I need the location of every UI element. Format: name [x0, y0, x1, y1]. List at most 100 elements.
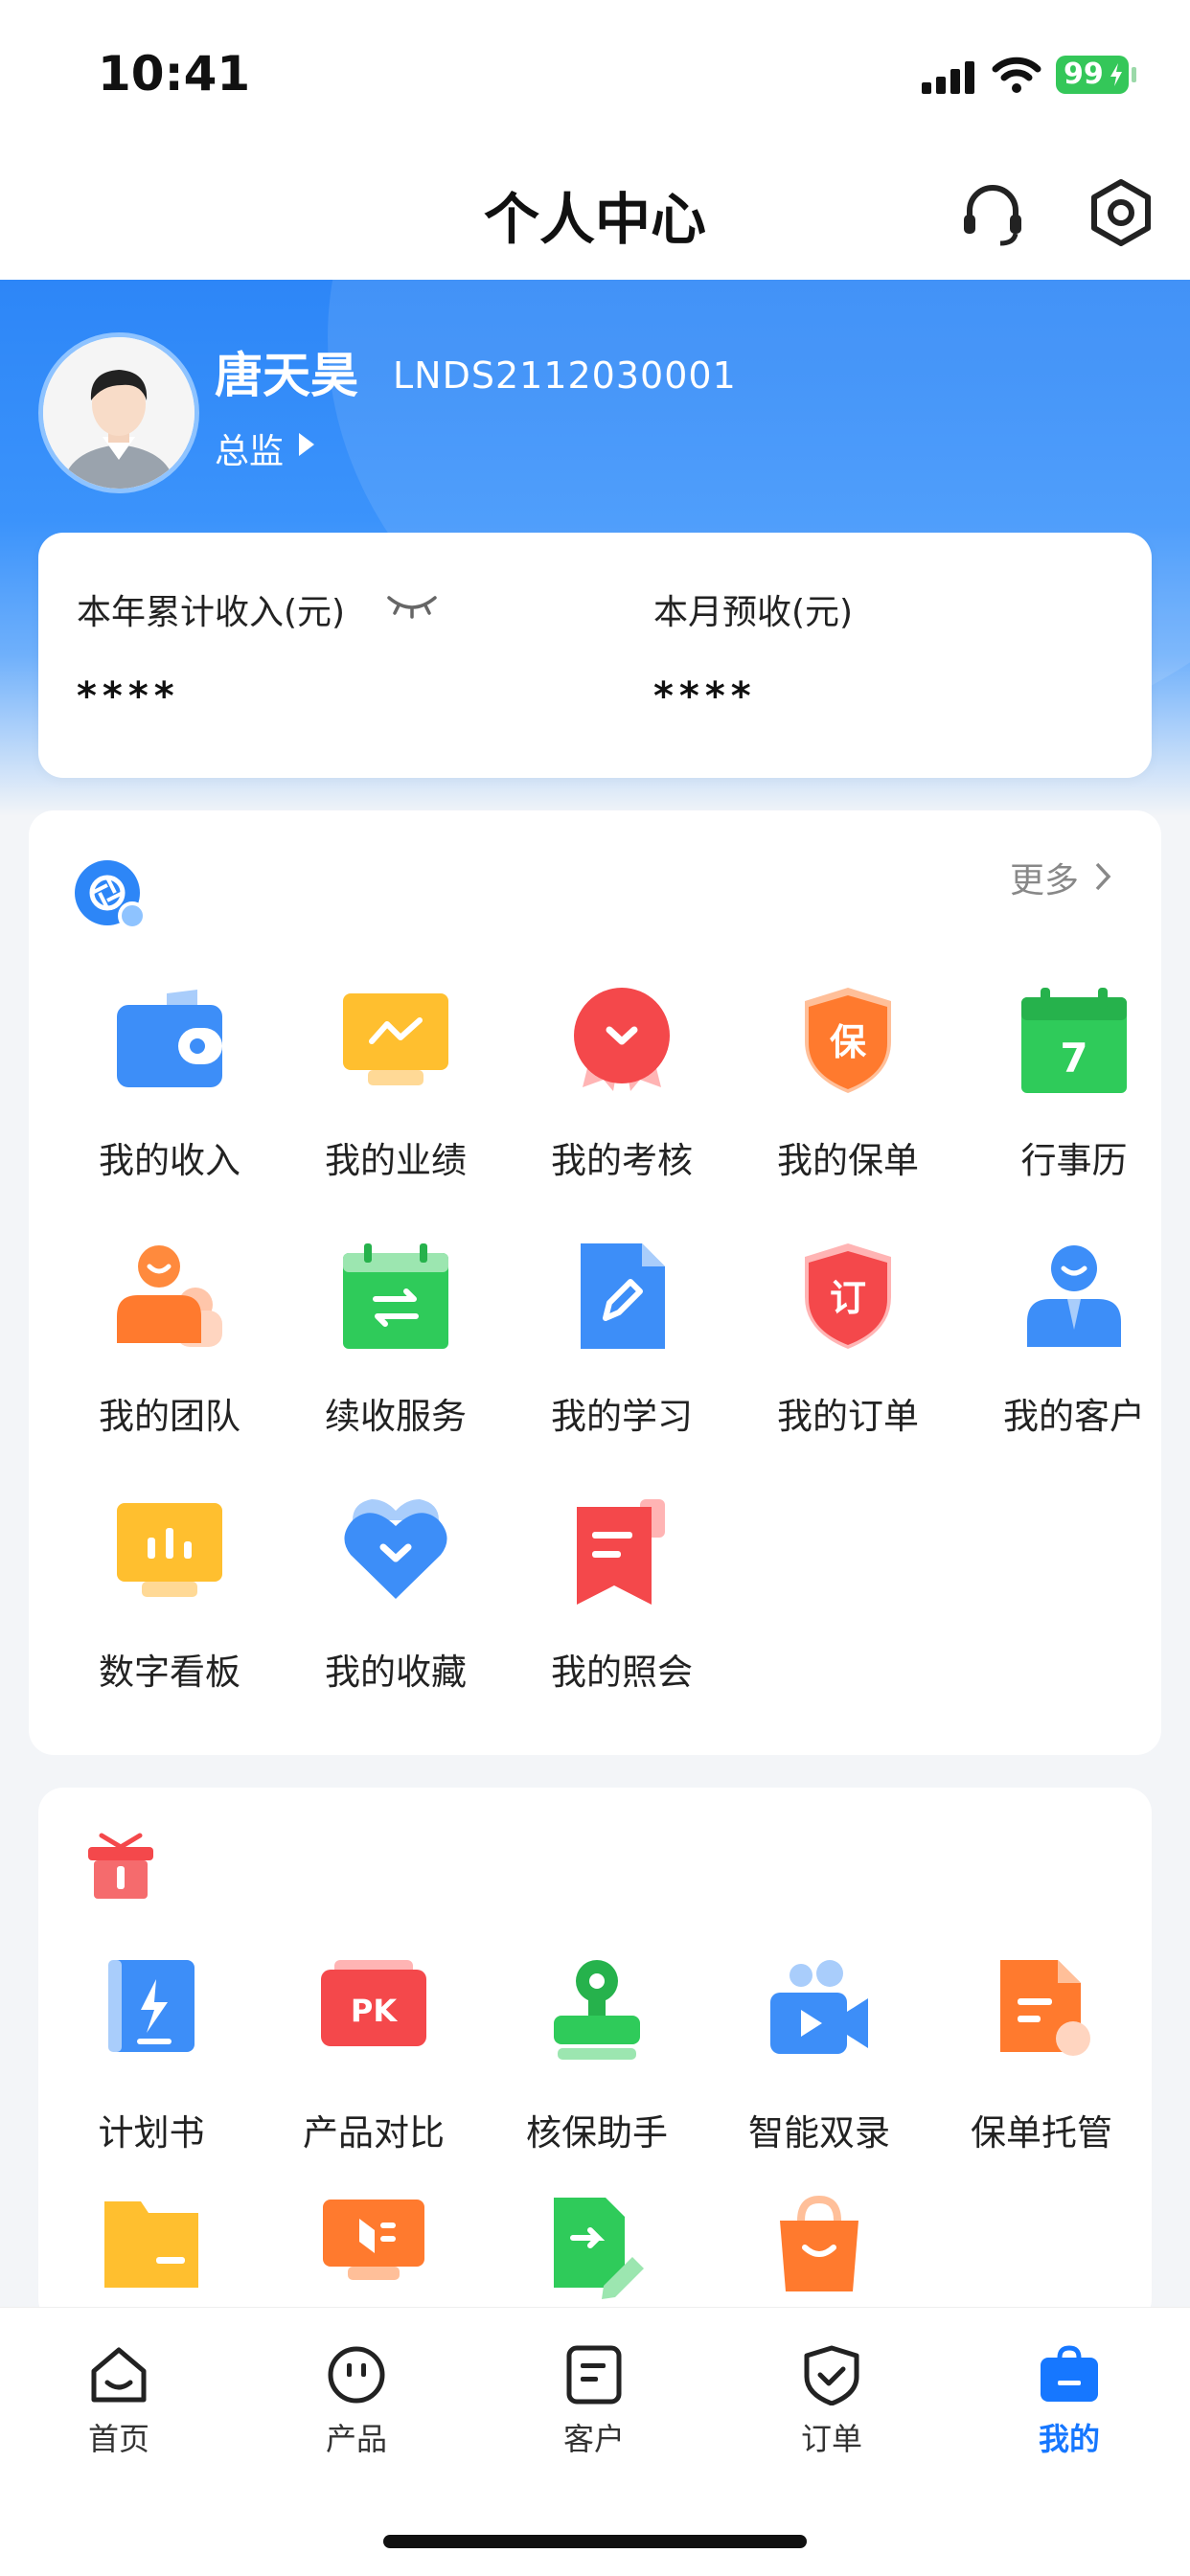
tab-label: 首页: [87, 2421, 149, 2457]
grid-item-smart-dual-record[interactable]: 智能双录: [706, 1960, 932, 2209]
grid-item-label: 我的照会: [551, 1652, 693, 1693]
grid-item-label: 核保助手: [526, 2112, 668, 2154]
home-indicator: [383, 2535, 807, 2548]
gift-icon: [88, 1833, 153, 1899]
income-card: 本年累计收入(元) **** 本月预收(元) ****: [38, 533, 1152, 778]
tab-mine[interactable]: 我的: [950, 2337, 1188, 2457]
wifi-icon: [992, 57, 1041, 93]
presentation-icon: [323, 2200, 424, 2280]
cellular-signal-icon: [922, 59, 975, 94]
nav-bar: 个人中心: [0, 144, 1190, 280]
grid-item-my-team[interactable]: 我的团队: [57, 1243, 283, 1493]
headset-icon[interactable]: [958, 180, 1027, 249]
settings-gear-icon[interactable]: [1087, 178, 1156, 247]
my-services-card: 更多 我的收入 我的业绩 我的考核 保 我的保单 7 行事历 我的团队 续收服务…: [29, 810, 1161, 1755]
customer-icon: [1027, 1245, 1121, 1347]
tab-product[interactable]: 产品: [238, 2337, 475, 2457]
customer-doc-icon: [566, 2345, 622, 2405]
grid-item-label: 数字看板: [99, 1652, 240, 1693]
grid-item-my-order[interactable]: 订 我的订单: [735, 1243, 961, 1493]
policy-custody-icon: [1000, 1960, 1090, 2056]
order-icon: 订: [805, 1243, 891, 1349]
grid-item-label: 我的客户: [1003, 1396, 1145, 1437]
grid-item-label: 我的收藏: [325, 1652, 467, 1693]
profile-bag-icon: [1041, 2345, 1098, 2402]
team-icon: [117, 1245, 222, 1347]
grid-item-label: 我的团队: [99, 1396, 240, 1437]
grid-item-my-notice[interactable]: 我的照会: [509, 1499, 735, 1748]
grid-item-my-favorites[interactable]: 我的收藏: [283, 1499, 509, 1748]
shopping-bag-icon: [780, 2196, 858, 2291]
order-shield-icon: [804, 2345, 859, 2405]
grid-item-my-customer[interactable]: 我的客户: [961, 1243, 1187, 1493]
avatar[interactable]: [38, 332, 199, 493]
grid-item-label: 我的学习: [551, 1396, 693, 1437]
user-name: 唐天昊: [215, 348, 358, 403]
month-income-value: ****: [653, 674, 757, 718]
grid-item-plan-book[interactable]: 计划书: [38, 1960, 264, 2209]
tab-label: 订单: [800, 2421, 862, 2457]
user-role[interactable]: 总监: [215, 423, 284, 473]
svg-text:7: 7: [1060, 1035, 1087, 1082]
grid-item-label: 智能双录: [748, 2112, 890, 2154]
role-arrow-icon[interactable]: [299, 433, 314, 456]
section-aperture-icon: [75, 860, 147, 930]
favorite-heart-icon: [344, 1499, 447, 1599]
tools-card: 计划书 PK 产品对比 核保助手 智能双录 保单托管: [38, 1788, 1152, 2324]
video-record-icon: [770, 1960, 868, 2054]
product-icon: [328, 2346, 385, 2404]
notice-icon: [577, 1499, 665, 1605]
folder-icon: [104, 2201, 198, 2288]
svg-text:PK: PK: [351, 1993, 398, 2029]
dashboard-icon: [117, 1503, 222, 1597]
grid-item-calendar[interactable]: 7 行事历: [961, 988, 1187, 1237]
grid-item-policy-custody[interactable]: 保单托管: [928, 1960, 1155, 2209]
underwriting-stamp-icon: [554, 1960, 640, 2060]
plan-book-icon: [108, 1960, 195, 2052]
performance-chart-icon: [343, 993, 448, 1085]
grid-item-product-compare[interactable]: PK 产品对比: [261, 1960, 487, 2209]
battery-icon: 99: [1056, 56, 1129, 94]
svg-text:保: 保: [830, 1021, 867, 1063]
grid-item-renewal-service[interactable]: 续收服务: [283, 1243, 509, 1493]
grid-item-label: 我的业绩: [325, 1140, 467, 1181]
grid-item-label: 我的订单: [777, 1396, 919, 1437]
status-time: 10:41: [98, 46, 251, 102]
grid-item-label: 我的收入: [99, 1140, 240, 1181]
battery-level: 99: [1064, 57, 1104, 91]
grid-item-label: 我的保单: [777, 1140, 919, 1181]
tab-order[interactable]: 订单: [713, 2337, 950, 2457]
year-income-value: ****: [77, 674, 180, 718]
month-income-label: 本月预收(元): [653, 593, 854, 632]
tab-label: 客户: [562, 2421, 625, 2457]
grid-item-my-income[interactable]: 我的收入: [57, 988, 283, 1237]
tab-label: 产品: [325, 2421, 387, 2457]
user-id: LNDS2112030001: [393, 354, 737, 397]
tab-home[interactable]: 首页: [0, 2337, 238, 2457]
grid-item-label: 计划书: [98, 2112, 205, 2154]
medal-icon: [574, 988, 670, 1091]
year-income-label: 本年累计收入(元): [77, 593, 346, 632]
grid-item-label: 产品对比: [303, 2112, 445, 2154]
sign-document-icon: [554, 2198, 644, 2299]
grid-item-my-assessment[interactable]: 我的考核: [509, 988, 735, 1237]
grid-item-underwriting-assistant[interactable]: 核保助手: [484, 1960, 710, 2209]
home-icon: [91, 2347, 147, 2403]
policy-shield-icon: 保: [805, 988, 891, 1093]
chevron-right-icon[interactable]: [1092, 860, 1113, 893]
renewal-icon: [343, 1243, 448, 1349]
hide-eye-icon[interactable]: [385, 588, 439, 623]
grid-item-my-policy[interactable]: 保 我的保单: [735, 988, 961, 1237]
grid-item-my-study[interactable]: 我的学习: [509, 1243, 735, 1493]
status-bar: 10:41 99: [0, 0, 1190, 144]
tab-customer[interactable]: 客户: [475, 2337, 713, 2457]
grid-item-digital-dashboard[interactable]: 数字看板: [57, 1499, 283, 1748]
grid-item-label: 行事历: [1020, 1140, 1128, 1181]
grid-item-my-performance[interactable]: 我的业绩: [283, 988, 509, 1237]
grid-item-label: 续收服务: [325, 1396, 467, 1437]
more-link[interactable]: 更多: [1010, 853, 1079, 902]
grid-item-label: 保单托管: [971, 2112, 1112, 2154]
wallet-icon: [117, 990, 222, 1087]
grid-item-label: 我的考核: [551, 1140, 693, 1181]
calendar-icon: 7: [1021, 988, 1127, 1093]
